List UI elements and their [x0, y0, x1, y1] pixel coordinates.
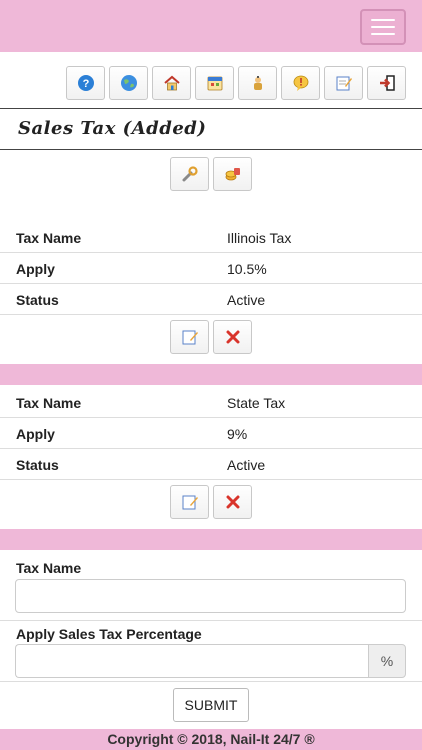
apply-value: 10.5%: [227, 261, 267, 277]
logout-button[interactable]: [367, 66, 406, 100]
status-value: Active: [227, 457, 266, 473]
coins-icon: [225, 168, 240, 181]
percent-input[interactable]: [15, 644, 368, 678]
menu-line: [371, 19, 395, 21]
edit-tax-button[interactable]: [170, 485, 209, 519]
tax-2-name-row: Tax Name State Tax: [0, 387, 422, 418]
svg-text:?: ?: [82, 78, 89, 90]
apply-label: Apply: [16, 426, 55, 442]
percent-addon: %: [368, 644, 406, 678]
tax-1-name-row: Tax Name Illinois Tax: [0, 222, 422, 253]
icon-toolbar: ?: [66, 66, 406, 100]
help-icon: ?: [77, 75, 94, 91]
edit-tax-button[interactable]: [170, 320, 209, 354]
menu-line: [371, 33, 395, 35]
submit-button[interactable]: SUBMIT: [173, 688, 249, 722]
notes-button[interactable]: [324, 66, 363, 100]
settings-button[interactable]: [170, 157, 209, 191]
status-value: Active: [227, 292, 266, 308]
calendar-button[interactable]: [195, 66, 234, 100]
globe-icon: [120, 75, 137, 91]
divider: [0, 681, 422, 682]
edit-icon: [182, 495, 198, 510]
footer-copyright: Copyright © 2018, Nail-It 24/7 ®: [0, 729, 422, 750]
logout-icon: [379, 75, 395, 91]
tax-2-apply-row: Apply 9%: [0, 418, 422, 449]
tax-name-value: Illinois Tax: [227, 230, 292, 246]
calendar-icon: [207, 76, 222, 91]
apply-value: 9%: [227, 426, 248, 442]
top-bar: [0, 0, 422, 52]
tax-name-label: Tax Name: [16, 230, 82, 246]
hamburger-menu-icon[interactable]: [360, 9, 406, 45]
edit-note-icon: [336, 76, 352, 91]
section-divider: [0, 364, 422, 385]
percent-field-label: Apply Sales Tax Percentage: [16, 626, 202, 642]
alert-button[interactable]: [281, 66, 320, 100]
delete-tax-button[interactable]: [213, 485, 252, 519]
apply-label: Apply: [16, 261, 55, 277]
coins-button[interactable]: [213, 157, 252, 191]
help-button[interactable]: ?: [66, 66, 105, 100]
menu-line: [371, 26, 395, 28]
delete-tax-button[interactable]: [213, 320, 252, 354]
tax-name-label: Tax Name: [16, 395, 82, 411]
alert-icon: [293, 75, 308, 91]
tax-1-apply-row: Apply 10.5%: [0, 253, 422, 284]
status-label: Status: [16, 457, 59, 473]
page-title: Sales Tax (Added): [18, 118, 207, 139]
globe-button[interactable]: [109, 66, 148, 100]
tax-2-actions: [0, 485, 422, 519]
tax-name-input[interactable]: [15, 579, 406, 613]
tax-name-field-label: Tax Name: [16, 560, 82, 576]
home-button[interactable]: [152, 66, 191, 100]
tax-1-status-row: Status Active: [0, 284, 422, 315]
section-divider: [0, 529, 422, 550]
tax-tools: [0, 157, 422, 191]
divider: [0, 620, 422, 621]
delete-icon: [226, 330, 239, 344]
staff-button[interactable]: [238, 66, 277, 100]
home-icon: [163, 75, 180, 91]
wrench-icon: [182, 166, 198, 182]
tax-name-value: State Tax: [227, 395, 286, 411]
percent-input-group: %: [15, 644, 406, 678]
tax-1-actions: [0, 320, 422, 354]
staff-icon: [253, 76, 262, 90]
tax-2-status-row: Status Active: [0, 449, 422, 480]
edit-icon: [182, 330, 198, 345]
delete-icon: [226, 495, 239, 509]
status-label: Status: [16, 292, 59, 308]
page-title-bar: Sales Tax (Added): [0, 108, 422, 150]
